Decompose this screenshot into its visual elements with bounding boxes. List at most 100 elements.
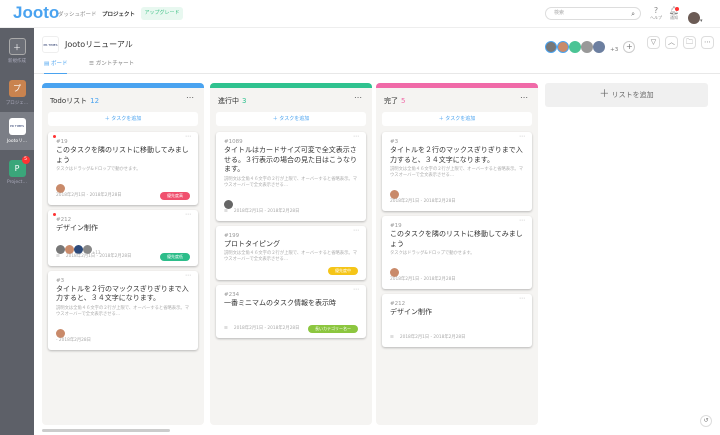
checklist-icon: ☰ bbox=[390, 334, 394, 340]
assignees bbox=[390, 262, 524, 277]
add-list-label: リストを追加 bbox=[611, 91, 654, 99]
task-dates: - 2018年2月28日 bbox=[56, 337, 91, 343]
notify-dot bbox=[675, 7, 679, 11]
card-menu-icon[interactable]: ⋯ bbox=[353, 133, 359, 140]
task-card[interactable]: ⋯ #3 タイトルを２行のマックスぎりぎりまで入力すると、３４文字になります。説… bbox=[48, 270, 198, 350]
task-title: プロトタイピング bbox=[224, 239, 280, 248]
avatar bbox=[569, 40, 581, 53]
board: Todoリスト 12 ⋯ ＋ タスクを追加 ⋯ #19 このタスクを隣のリストに移動し… bbox=[34, 74, 720, 435]
help-button[interactable]: ? ヘルプ bbox=[649, 6, 663, 20]
filter-icon: ▽ bbox=[650, 38, 657, 46]
jooto-logo[interactable]: Jooto bbox=[13, 3, 59, 23]
task-title: タイトルを２行のマックスぎりぎりまで入力すると、３４文字になります。 bbox=[56, 284, 189, 303]
avatar bbox=[545, 40, 557, 53]
more-button[interactable]: ⋯ bbox=[701, 36, 714, 49]
top-bar: Jooto ダッシュボード プロジェクト アップグレード 検索 ⌕ ? ヘルプ 🔔︎… bbox=[0, 0, 720, 28]
member-list[interactable]: +3 + bbox=[545, 36, 636, 55]
task-description: タスクはドラッグ&ドロップで動かせます。 bbox=[390, 251, 475, 256]
unread-dot bbox=[53, 135, 56, 138]
column-header: Todoリスト 12 ⋯ bbox=[42, 88, 204, 110]
task-card[interactable]: ⋯ #19 このタスクを隣のリストに移動してみましょう タスクはドラッグ&ドロップ… bbox=[48, 132, 198, 205]
sidebar-label: 新規作成 bbox=[8, 59, 26, 64]
task-card[interactable]: ⋯ #1089 タイトルはカードサイズ可変で全文表示させる。３行表示の場合の見た… bbox=[216, 132, 366, 221]
task-card[interactable]: ⋯ #3 タイトルを２行のマックスぎりぎりまで入力すると、３４文字になります。説… bbox=[382, 132, 532, 211]
column-header: 進行中 3 ⋯ bbox=[210, 88, 372, 110]
project-logo: PR TIMES bbox=[8, 118, 26, 135]
card-menu-icon[interactable]: ⋯ bbox=[519, 133, 525, 140]
add-task-button[interactable]: ＋ タスクを追加 bbox=[216, 112, 366, 126]
category-badge: 優先度高 bbox=[160, 192, 190, 200]
sidebar-item-project-1[interactable]: ププロジェ… bbox=[0, 80, 34, 106]
task-title: タイトルを２行のマックスぎりぎりまで入力すると、３４文字になります。 bbox=[390, 146, 523, 164]
checklist-icon: ☰ bbox=[224, 325, 228, 331]
tab-label: ボード bbox=[50, 61, 68, 67]
notify-button[interactable]: 🔔︎ 通知 bbox=[667, 6, 681, 20]
card-footer: ☰ 2018年2月1日 - 2018年2月28日 bbox=[224, 208, 358, 216]
chevron-down-icon: ▾ bbox=[700, 18, 703, 24]
task-card[interactable]: ⋯ #199 プロトタイピング 説明文は全角４６文字の２行が上限で、オーバーすると… bbox=[216, 225, 366, 280]
assignees: +13 bbox=[56, 239, 190, 255]
column-menu-icon[interactable]: ⋯ bbox=[520, 93, 528, 102]
task-number: #212 bbox=[56, 217, 72, 223]
task-title: デザイン制作 bbox=[390, 308, 432, 316]
notify-label: 通知 bbox=[670, 15, 678, 20]
tab-board[interactable]: ▤ ボード bbox=[44, 59, 68, 74]
task-description: タスクはドラッグ&ドロップで動かせます。 bbox=[56, 167, 141, 172]
sidebar-item-jooto[interactable]: PR TIMES Jootoリ… bbox=[0, 112, 34, 150]
upgrade-button[interactable]: アップグレード bbox=[141, 7, 183, 20]
project-title: Jootoリニューアル bbox=[65, 40, 133, 49]
task-title: 一番ミニマムのタスク情報を表示時 bbox=[224, 299, 336, 307]
filter-button[interactable]: ▽ bbox=[647, 36, 660, 49]
sidebar-label: プロジェ… bbox=[5, 101, 29, 106]
card-menu-icon[interactable]: ⋯ bbox=[519, 295, 525, 302]
avatar bbox=[581, 40, 593, 53]
checklist-icon: ☰ bbox=[56, 253, 60, 259]
user-menu[interactable]: ▾ bbox=[688, 7, 703, 26]
sidebar-item-new[interactable]: ＋ 新規作成 bbox=[0, 38, 34, 64]
task-card[interactable]: ⋯ #212 デザイン制作 ☰ 2018年2月1日 - 2018年2月28日 bbox=[382, 294, 532, 347]
chevron-up-icon: ︿ bbox=[668, 38, 675, 46]
column-title: Todoリスト bbox=[50, 97, 88, 105]
card-menu-icon[interactable]: ⋯ bbox=[185, 272, 191, 279]
column-count: 3 bbox=[242, 97, 247, 105]
list-column: Todoリスト 12 ⋯ ＋ タスクを追加 ⋯ #19 このタスクを隣のリストに移動し… bbox=[42, 83, 204, 425]
project-icon: P bbox=[14, 164, 20, 173]
add-list-button[interactable]: ＋ リストを追加 bbox=[545, 83, 708, 107]
card-menu-icon[interactable]: ⋯ bbox=[185, 211, 191, 218]
add-member-button[interactable]: + bbox=[623, 40, 636, 53]
category-badge: 優先度中 bbox=[328, 267, 358, 275]
avatar bbox=[557, 40, 569, 53]
add-task-button[interactable]: ＋ タスクを追加 bbox=[48, 112, 198, 126]
search-input[interactable]: 検索 ⌕ bbox=[545, 7, 641, 20]
history-button[interactable]: ↺ bbox=[700, 415, 712, 427]
task-number: #234 bbox=[224, 292, 240, 298]
nav-dashboard[interactable]: ダッシュボード bbox=[58, 10, 97, 18]
add-task-button[interactable]: ＋ タスクを追加 bbox=[382, 112, 532, 126]
tab-label: ガントチャート bbox=[95, 61, 135, 67]
collapse-button[interactable]: ︿ bbox=[665, 36, 678, 49]
folder-button[interactable]: 🗀︎ bbox=[683, 36, 696, 49]
sidebar-item-project-2[interactable]: P 5 Project… bbox=[0, 156, 34, 185]
card-footer: ☰ 2018年2月1日 - 2018年2月28日 長いカテゴリー名ー bbox=[224, 324, 358, 333]
task-description: 説明文は全角４６文字の２行が上限で、オーバーすると省略表示。マウスオーバーで全文… bbox=[224, 176, 357, 188]
sidebar: ＋ 新規作成 ププロジェ… PR TIMES Jootoリ… P 5 Project… bbox=[0, 28, 34, 435]
task-card[interactable]: ⋯ #234 一番ミニマムのタスク情報を表示時 ☰ 2018年2月1日 - 2018… bbox=[216, 285, 366, 338]
task-number: #19 bbox=[56, 139, 68, 145]
task-dates: 2018年2月1日 - 2018年2月28日 bbox=[399, 334, 466, 340]
task-card[interactable]: ⋯ #19 このタスクを隣のリストに移動してみましょう タスクはドラッグ&ドロップ… bbox=[382, 216, 532, 289]
column-menu-icon[interactable]: ⋯ bbox=[186, 93, 194, 102]
card-menu-icon[interactable]: ⋯ bbox=[519, 217, 525, 224]
card-menu-icon[interactable]: ⋯ bbox=[353, 286, 359, 293]
card-menu-icon[interactable]: ⋯ bbox=[353, 227, 359, 234]
task-card[interactable]: ⋯ #212 デザイン制作 +13 ☰ 2018年2月1日 - 2018年2月28日 優… bbox=[48, 210, 198, 266]
card-menu-icon[interactable]: ⋯ bbox=[185, 133, 191, 140]
nav-project[interactable]: プロジェクト bbox=[102, 10, 135, 18]
column-menu-icon[interactable]: ⋯ bbox=[354, 93, 362, 102]
search-icon: ⌕ bbox=[631, 10, 635, 18]
task-dates: 2018年2月1日 - 2018年2月28日 bbox=[233, 325, 300, 331]
horizontal-scrollbar[interactable] bbox=[42, 429, 170, 432]
tab-gantt[interactable]: ☰ ガントチャート bbox=[89, 59, 134, 67]
task-description: 説明文は全角４６文字の２行が上限で、オーバーすると省略表示。マウスオーバーで全文… bbox=[224, 251, 357, 262]
column-count: 5 bbox=[401, 97, 406, 105]
list-column: 進行中 3 ⋯ ＋ タスクを追加 ⋯ #1089 タイトルはカードサイズ可変で全文表示… bbox=[210, 83, 372, 425]
